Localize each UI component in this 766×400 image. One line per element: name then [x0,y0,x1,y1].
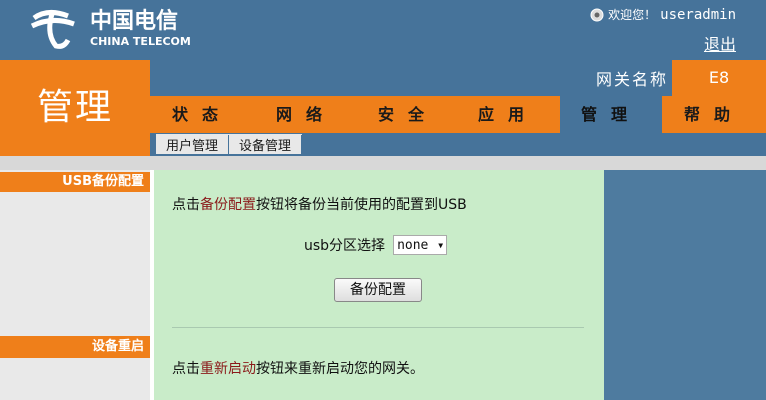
logo-cn-text: 中国电信 [90,8,178,34]
section-divider [172,327,584,328]
logo-en-text: CHINA TELECOM [90,35,191,48]
usb-desc-highlight: 备份配置 [200,197,256,213]
usb-partition-row: usb分区选择 none ▼ [304,235,448,255]
subnav-item-device-management[interactable]: 设备管理 [229,134,303,154]
logout-link[interactable]: 退出 [704,31,736,55]
gateway-name-value: E8 [672,60,766,96]
section-title-usb-backup: USB备份配置 [0,172,150,192]
tab-application[interactable]: 应用 [458,96,558,133]
usb-backup-description: 点击备份配置按钮将备份当前使用的配置到USB [172,194,467,214]
restart-desc-pre: 点击 [172,361,200,377]
divider-strip [0,156,766,170]
welcome-text: 欢迎您！ [608,8,657,22]
usb-desc-post: 按钮将备份当前使用的配置到USB [256,197,467,213]
subnav-item-user-management[interactable]: 用户管理 [156,134,230,154]
tab-help[interactable]: 帮助 [664,96,764,133]
username: useradmin [660,6,736,23]
backup-config-button[interactable]: 备份配置 [334,278,422,302]
tab-security[interactable]: 安全 [358,96,458,133]
restart-desc-highlight: 重新启动 [200,361,256,377]
section-title-device-restart: 设备重启 [0,336,150,358]
china-telecom-logo: 中国电信 CHINA TELECOM [30,8,191,49]
usb-partition-label: usb分区选择 [304,238,386,254]
right-panel [604,170,766,400]
tab-network[interactable]: 网络 [256,96,356,133]
left-sidebar [0,170,150,400]
gateway-name-label: 网关名称 [596,70,669,89]
restart-description: 点击重新启动按钮来重新启动您的网关。 [172,358,424,378]
welcome-area: 欢迎您！ useradmin [590,6,736,23]
usb-partition-select[interactable]: none ▼ [393,235,448,255]
usb-partition-value: none [397,237,429,253]
subnav: 用户管理 设备管理 [156,134,303,154]
tab-management[interactable]: 管理 [560,96,662,133]
user-icon [590,8,604,21]
restart-desc-post: 按钮来重新启动您的网关。 [256,361,424,377]
chevron-down-icon: ▼ [438,240,444,250]
tab-status[interactable]: 状态 [152,96,252,133]
page-title: 管理 [36,87,113,128]
usb-desc-pre: 点击 [172,197,200,213]
